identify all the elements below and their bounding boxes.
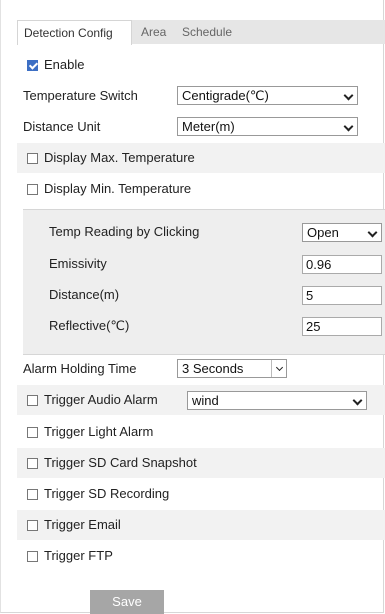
distance-unit-select[interactable]: Meter(m) <box>177 117 358 136</box>
reflective-input[interactable]: 25 <box>302 317 382 336</box>
enable-checkbox[interactable] <box>27 60 38 71</box>
emissivity-input[interactable]: 0.96 <box>302 255 382 274</box>
alarm-holding-label: Alarm Holding Time <box>23 361 137 376</box>
chevron-down-icon <box>352 395 363 406</box>
display-max-row: Display Max. Temperature <box>17 143 385 173</box>
tab-bar: Detection Config Area Schedule <box>17 20 385 45</box>
distance-unit-row: Distance Unit Meter(m) <box>23 112 385 142</box>
distance-value: 5 <box>306 288 314 303</box>
alarm-holding-row: Alarm Holding Time 3 Seconds <box>23 354 385 384</box>
alarm-holding-select[interactable]: 3 Seconds <box>177 359 287 378</box>
chevron-down-icon <box>367 227 378 238</box>
temperature-switch-row: Temperature Switch Centigrade(℃) <box>23 81 385 111</box>
tab-schedule[interactable]: Schedule <box>176 20 238 44</box>
tab-area[interactable]: Area <box>135 20 172 44</box>
audio-file-value: wind <box>192 393 219 408</box>
trigger-ftp-label: Trigger FTP <box>44 548 113 563</box>
temperature-switch-select[interactable]: Centigrade(℃) <box>177 86 358 105</box>
temp-reading-select[interactable]: Open <box>302 223 382 242</box>
trigger-audio-checkbox[interactable] <box>27 395 38 406</box>
display-min-row: Display Min. Temperature <box>17 174 385 204</box>
trigger-email-row: Trigger Email <box>17 510 385 540</box>
trigger-light-checkbox[interactable] <box>27 427 38 438</box>
trigger-light-label: Trigger Light Alarm <box>44 424 154 439</box>
enable-row: Enable <box>17 50 385 80</box>
chevron-down-icon <box>343 121 354 132</box>
display-max-checkbox[interactable] <box>27 153 38 164</box>
save-button[interactable]: Save <box>90 590 164 614</box>
emissivity-value: 0.96 <box>306 257 332 272</box>
trigger-ftp-checkbox[interactable] <box>27 551 38 562</box>
alarm-holding-value: 3 Seconds <box>182 361 244 376</box>
temp-reading-label: Temp Reading by Clicking <box>49 224 200 239</box>
trigger-sd-snapshot-checkbox[interactable] <box>27 458 38 469</box>
audio-file-select[interactable]: wind <box>187 391 367 410</box>
reflective-label: Reflective(℃) <box>49 318 130 333</box>
distance-unit-value: Meter(m) <box>182 119 235 134</box>
trigger-ftp-row: Trigger FTP <box>17 541 385 571</box>
display-min-label: Display Min. Temperature <box>44 181 192 196</box>
trigger-sd-snapshot-row: Trigger SD Card Snapshot <box>17 448 385 478</box>
temp-reading-value: Open <box>307 225 339 240</box>
trigger-sd-recording-row: Trigger SD Recording <box>17 479 385 509</box>
chevron-down-icon <box>343 90 354 101</box>
distance-label: Distance(m) <box>49 287 120 302</box>
trigger-audio-row: Trigger Audio Alarm wind <box>17 385 385 415</box>
trigger-email-checkbox[interactable] <box>27 520 38 531</box>
tab-detection-config[interactable]: Detection Config <box>17 20 132 45</box>
trigger-sd-recording-label: Trigger SD Recording <box>44 486 170 501</box>
emissivity-label: Emissivity <box>49 256 107 271</box>
trigger-email-label: Trigger Email <box>44 517 121 532</box>
temperature-switch-value: Centigrade(℃) <box>182 88 269 103</box>
enable-label: Enable <box>44 57 85 72</box>
trigger-light-row: Trigger Light Alarm <box>17 417 385 447</box>
temperature-settings-panel: Temp Reading by Clicking Open Emissivity… <box>23 209 385 355</box>
trigger-sd-snapshot-label: Trigger SD Card Snapshot <box>44 455 197 470</box>
temperature-switch-label: Temperature Switch <box>23 88 138 103</box>
display-max-label: Display Max. Temperature <box>44 150 195 165</box>
distance-input[interactable]: 5 <box>302 286 382 305</box>
distance-unit-label: Distance Unit <box>23 119 101 134</box>
trigger-audio-label: Trigger Audio Alarm <box>44 392 158 407</box>
display-min-checkbox[interactable] <box>27 184 38 195</box>
reflective-value: 25 <box>306 319 321 334</box>
trigger-sd-recording-checkbox[interactable] <box>27 489 38 500</box>
